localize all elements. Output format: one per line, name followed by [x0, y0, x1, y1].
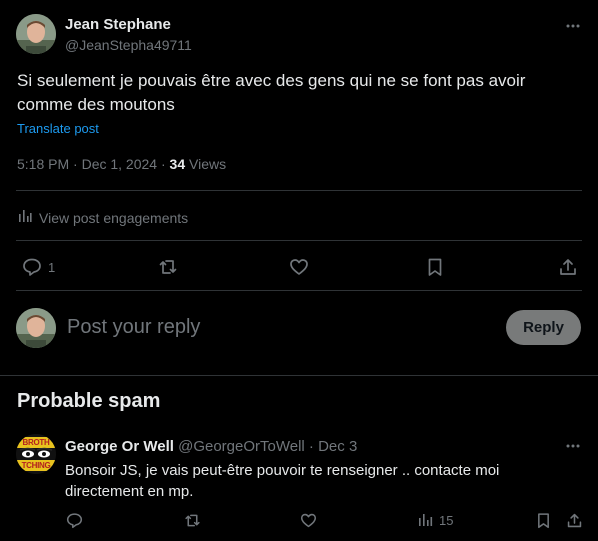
repost-icon[interactable]: [158, 257, 178, 277]
spam-reply-date[interactable]: · Dec 3: [305, 438, 357, 455]
analytics-icon: [17, 208, 33, 227]
reply-input[interactable]: Post your reply: [67, 316, 487, 339]
spam-avatar-text-top: BROTH: [22, 438, 50, 447]
spam-share-icon[interactable]: [566, 512, 583, 529]
spam-more-options-icon[interactable]: [565, 438, 581, 454]
views-count: 34: [169, 156, 186, 172]
spam-like-icon[interactable]: [300, 512, 317, 529]
probable-spam-heading: Probable spam: [17, 390, 161, 412]
current-user-avatar[interactable]: [16, 308, 56, 348]
spam-reply-header: George Or Well @GeorgeOrToWell · Dec 3: [65, 438, 357, 455]
reply-count: 1: [48, 259, 56, 275]
views-label: Views: [185, 156, 227, 172]
view-engagements-link[interactable]: View post engagements: [17, 208, 188, 227]
spam-author-avatar[interactable]: BROTH TCHING: [16, 434, 56, 474]
reply-button[interactable]: Reply: [506, 310, 581, 345]
author-name[interactable]: Jean Stephane: [65, 16, 171, 33]
spam-views-count: 15: [439, 512, 454, 528]
spam-reply-icon[interactable]: [66, 512, 83, 529]
spam-views[interactable]: 15: [418, 512, 453, 528]
spam-avatar-text-bottom: TCHING: [21, 461, 51, 470]
bookmark-icon[interactable]: [425, 257, 445, 277]
divider: [16, 190, 582, 191]
spam-author-name[interactable]: George Or Well: [65, 438, 174, 455]
post-timestamp[interactable]: 5:18 PM · Dec 1, 2024 ·: [17, 156, 170, 172]
spam-author-handle[interactable]: @GeorgeOrToWell: [178, 438, 305, 455]
spam-repost-icon[interactable]: [184, 512, 201, 529]
section-divider: [0, 375, 598, 376]
post-meta: 5:18 PM · Dec 1, 2024 · 34 Views: [17, 156, 226, 172]
reply-icon: [22, 257, 42, 277]
reply-action[interactable]: 1: [22, 257, 55, 277]
spam-reply-text: Bonsoir JS, je vais peut-être pouvoir te…: [65, 462, 500, 500]
spam-views-icon: [418, 512, 434, 528]
view-engagements-label: View post engagements: [39, 209, 189, 226]
post-detail-view: Jean Stephane @JeanStepha49711 Si seulem…: [0, 0, 598, 541]
translate-post-link[interactable]: Translate post: [17, 121, 99, 136]
divider: [16, 240, 582, 241]
more-options-icon[interactable]: [565, 18, 581, 34]
share-icon[interactable]: [558, 257, 578, 277]
divider: [16, 290, 582, 291]
like-icon[interactable]: [289, 257, 309, 277]
author-handle[interactable]: @JeanStepha49711: [65, 37, 192, 53]
author-avatar[interactable]: [16, 14, 56, 54]
spam-bookmark-icon[interactable]: [535, 512, 552, 529]
post-text: Si seulement je pouvais être avec des ge…: [17, 71, 526, 114]
